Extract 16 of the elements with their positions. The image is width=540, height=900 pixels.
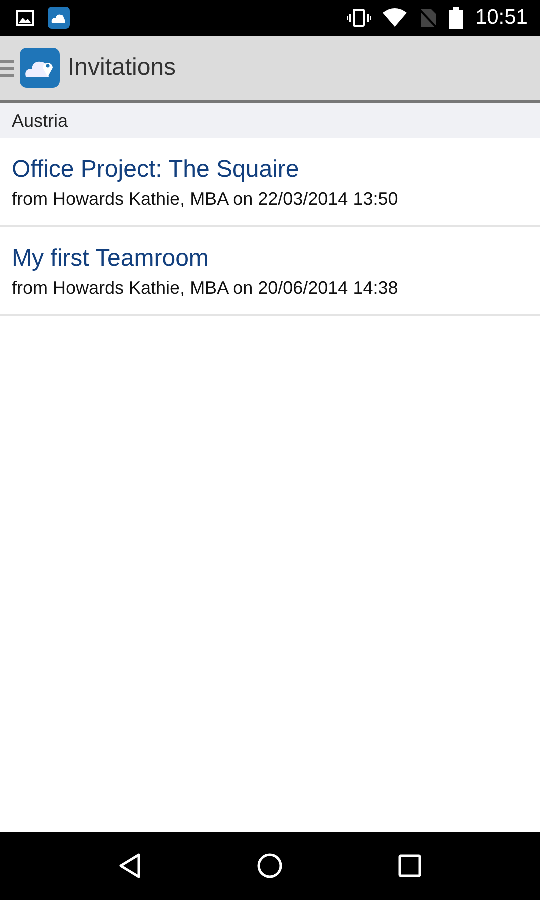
cloud-pin-icon[interactable]: [20, 48, 60, 88]
no-sim-icon: [419, 8, 438, 28]
invitation-item[interactable]: My first Teamroom from Howards Kathie, MBA on 20/06/2014 14:38: [0, 227, 540, 316]
wifi-icon: [383, 8, 408, 28]
app-icon: [48, 7, 70, 29]
recents-icon[interactable]: [398, 854, 422, 878]
back-icon[interactable]: [118, 853, 142, 879]
image-icon: [16, 10, 34, 26]
vibrate-icon: [347, 8, 372, 28]
clock: 10:51: [475, 6, 528, 30]
app-title: Invitations: [68, 54, 176, 82]
battery-icon: [449, 7, 464, 29]
invitation-item[interactable]: Office Project: The Squaire from Howards Kathie, MBA on 22/03/2014 13:50: [0, 138, 540, 227]
section-header: Austria: [0, 103, 540, 138]
home-icon[interactable]: [256, 853, 283, 879]
menu-icon[interactable]: [0, 57, 14, 79]
